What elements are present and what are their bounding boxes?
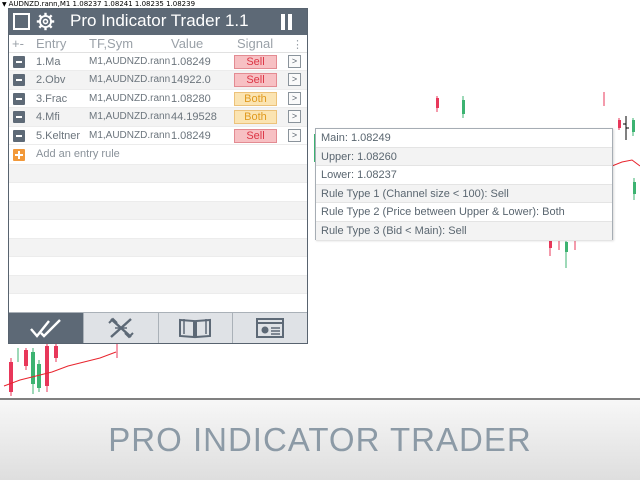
empty-row — [9, 164, 307, 184]
entry-header: Entry — [36, 36, 67, 51]
panel-tab-bar — [9, 312, 307, 343]
crossed-tools-icon — [107, 317, 134, 339]
panel-title: Pro Indicator Trader 1.1 — [70, 11, 249, 30]
remove-entry-button[interactable] — [13, 74, 25, 87]
value-header: Value — [171, 36, 204, 51]
panel-titlebar[interactable]: Pro Indicator Trader 1.1 — [9, 9, 307, 35]
signal-badge: Sell — [234, 128, 277, 143]
remove-entry-button[interactable] — [13, 92, 25, 105]
entry-tfsym: M1,AUDNZD.rann — [89, 92, 171, 104]
indicator-panel: Pro Indicator Trader 1.1 +- Entry TF,Sym… — [8, 8, 308, 344]
entry-row: 5.Keltner M1,AUDNZD.rann 1.08249 Sell > — [9, 127, 307, 145]
tooltip-upper: Upper: 1.08260 — [316, 147, 612, 167]
tooltip-rule-2: Rule Type 2 (Price between Upper & Lower… — [316, 203, 612, 222]
entry-value: 44.19528 — [171, 111, 217, 124]
entry-row: 3.Frac M1,AUDNZD.rann 1.08280 Both > — [9, 90, 307, 109]
entry-tfsym: M1,AUDNZD.rann — [89, 74, 171, 86]
plus-minus-header[interactable]: +- — [12, 36, 24, 51]
entry-row: 1.Ma M1,AUDNZD.rann 1.08249 Sell > — [9, 53, 307, 72]
expand-entry-button[interactable]: > — [288, 55, 301, 68]
signal-badge: Both — [234, 91, 277, 106]
signal-badge: Both — [234, 110, 277, 125]
empty-row — [9, 238, 307, 258]
entry-tfsym: M1,AUDNZD.rann — [89, 56, 171, 67]
tab-tools[interactable] — [84, 313, 159, 343]
entry-name: 1.Ma — [36, 56, 61, 68]
remove-entry-button[interactable] — [13, 111, 25, 124]
window-icon[interactable] — [13, 13, 30, 30]
entry-name: 4.Mfi — [36, 111, 60, 124]
entry-row: 4.Mfi M1,AUDNZD.rann 44.19528 Both > — [9, 108, 307, 127]
expand-entry-button[interactable]: > — [288, 110, 301, 124]
product-banner: PRO INDICATOR TRADER — [0, 400, 640, 480]
entry-row: 2.Obv M1,AUDNZD.rann 14922.0 Sell > — [9, 71, 307, 90]
tfsym-header: TF,Sym — [89, 36, 134, 51]
empty-row — [9, 275, 307, 295]
entry-tfsym: M1,AUDNZD.rann — [89, 111, 171, 123]
pause-icon[interactable] — [281, 14, 293, 30]
entry-name: 5.Keltner — [36, 129, 81, 142]
tab-manual[interactable] — [159, 313, 234, 343]
entry-name: 3.Frac — [36, 92, 68, 105]
entry-value: 1.08280 — [171, 92, 211, 105]
tooltip-main: Main: 1.08249 — [316, 129, 612, 148]
left-candles — [3, 344, 118, 396]
tooltip-lower: Lower: 1.08237 — [316, 166, 612, 185]
add-entry-label[interactable]: Add an entry rule — [36, 148, 120, 160]
signal-badge: Sell — [234, 55, 277, 69]
presentation-icon — [256, 318, 285, 338]
remove-entry-button[interactable] — [13, 129, 25, 142]
expand-entry-button[interactable]: > — [288, 73, 301, 87]
banner-title: PRO INDICATOR TRADER — [108, 421, 532, 458]
gear-icon[interactable] — [36, 12, 55, 31]
entry-value: 14922.0 — [171, 74, 211, 87]
column-header: +- Entry TF,Sym Value Signal ⋮ — [9, 35, 307, 53]
expand-entry-button[interactable]: > — [288, 91, 301, 105]
dropdown-triangle-icon[interactable]: ▼ — [2, 1, 7, 8]
entry-value: 1.08249 — [171, 129, 211, 142]
empty-row — [9, 220, 307, 239]
tab-signals[interactable] — [9, 313, 84, 343]
more-options-icon[interactable]: ⋮ — [292, 38, 303, 51]
tooltip-rule-3: Rule Type 3 (Bid < Main): Sell — [316, 221, 612, 241]
entry-name: 2.Obv — [36, 74, 66, 87]
empty-row — [9, 183, 307, 202]
add-entry-row[interactable]: Add an entry rule — [9, 145, 307, 165]
indicator-tooltip: Main: 1.08249 Upper: 1.08260 Lower: 1.08… — [315, 128, 613, 241]
open-book-icon — [179, 318, 212, 339]
empty-row — [9, 201, 307, 221]
chart-symbol-header: ▼ AUDNZD.rann,M1 1.08237 1.08241 1.08235 … — [2, 0, 196, 8]
add-entry-button[interactable] — [13, 148, 25, 161]
signal-badge: Sell — [234, 73, 277, 88]
entry-value: 1.08249 — [171, 56, 211, 68]
signal-header: Signal — [237, 36, 274, 51]
tooltip-rule-1: Rule Type 1 (Channel size < 100): Sell — [316, 184, 612, 204]
double-check-icon — [29, 319, 61, 338]
expand-entry-button[interactable]: > — [288, 128, 301, 142]
tab-report[interactable] — [233, 313, 307, 343]
entry-tfsym: M1,AUDNZD.rann — [89, 129, 171, 141]
empty-row — [9, 257, 307, 276]
remove-entry-button[interactable] — [13, 56, 25, 68]
